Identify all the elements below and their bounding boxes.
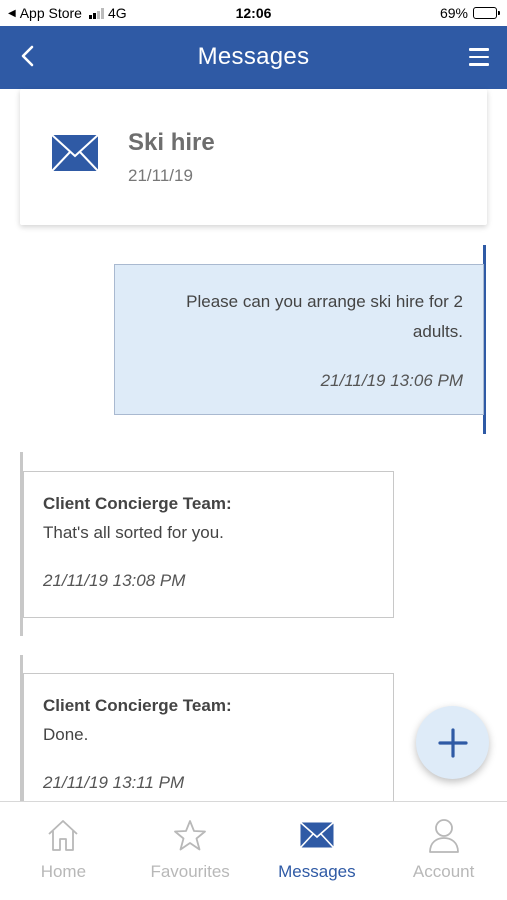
clock: 12:06	[235, 5, 272, 21]
plus-icon	[437, 727, 468, 758]
home-icon	[48, 820, 78, 851]
battery-icon	[473, 7, 500, 19]
star-icon	[174, 820, 207, 851]
tab-favourites[interactable]: Favourites	[127, 802, 254, 900]
message-timestamp: 21/11/19 13:08 PM	[43, 571, 186, 590]
menu-button[interactable]	[463, 42, 495, 72]
status-bar: ◀ App Store 4G 12:06 69%	[0, 0, 507, 26]
sent-message: Please can you arrange ski hire for 2 ad…	[114, 264, 484, 415]
tab-label: Account	[412, 862, 475, 881]
thread-title: Ski hire	[128, 129, 215, 156]
tab-label: Home	[40, 862, 87, 881]
envelope-icon	[299, 822, 334, 848]
page-title: Messages	[197, 43, 310, 70]
message-text: Please can you arrange ski hire for 2 ad…	[186, 292, 463, 341]
tab-bar: Home Favourites Messages Account	[0, 801, 507, 900]
message-text: Done.	[43, 725, 89, 744]
tab-messages[interactable]: Messages	[254, 802, 381, 900]
message-text: That's all sorted for you.	[43, 523, 224, 542]
tab-home[interactable]: Home	[0, 802, 127, 900]
tab-label: Favourites	[150, 862, 230, 881]
message-timestamp: 21/11/19 13:11 PM	[43, 773, 185, 792]
message-sender: Client Concierge Team:	[43, 696, 232, 715]
new-message-button[interactable]	[416, 706, 489, 779]
received-message: Client Concierge Team: That's all sorted…	[23, 471, 394, 618]
message-timestamp: 21/11/19 13:06 PM	[320, 371, 463, 390]
hamburger-menu-icon	[469, 48, 489, 51]
message-sender: Client Concierge Team:	[43, 494, 232, 513]
tab-account[interactable]: Account	[380, 802, 507, 900]
battery-percent: 69%	[439, 5, 468, 21]
thread-header-card: Ski hire 21/11/19	[20, 89, 487, 225]
person-icon	[428, 819, 459, 853]
tab-label: Messages	[278, 862, 356, 881]
battery-status: 69%	[439, 5, 500, 21]
envelope-icon	[51, 134, 99, 172]
received-message: Client Concierge Team: Done. 21/11/19 13…	[23, 673, 394, 813]
nav-bar: Messages	[0, 26, 507, 89]
thread-date: 21/11/19	[128, 166, 193, 185]
